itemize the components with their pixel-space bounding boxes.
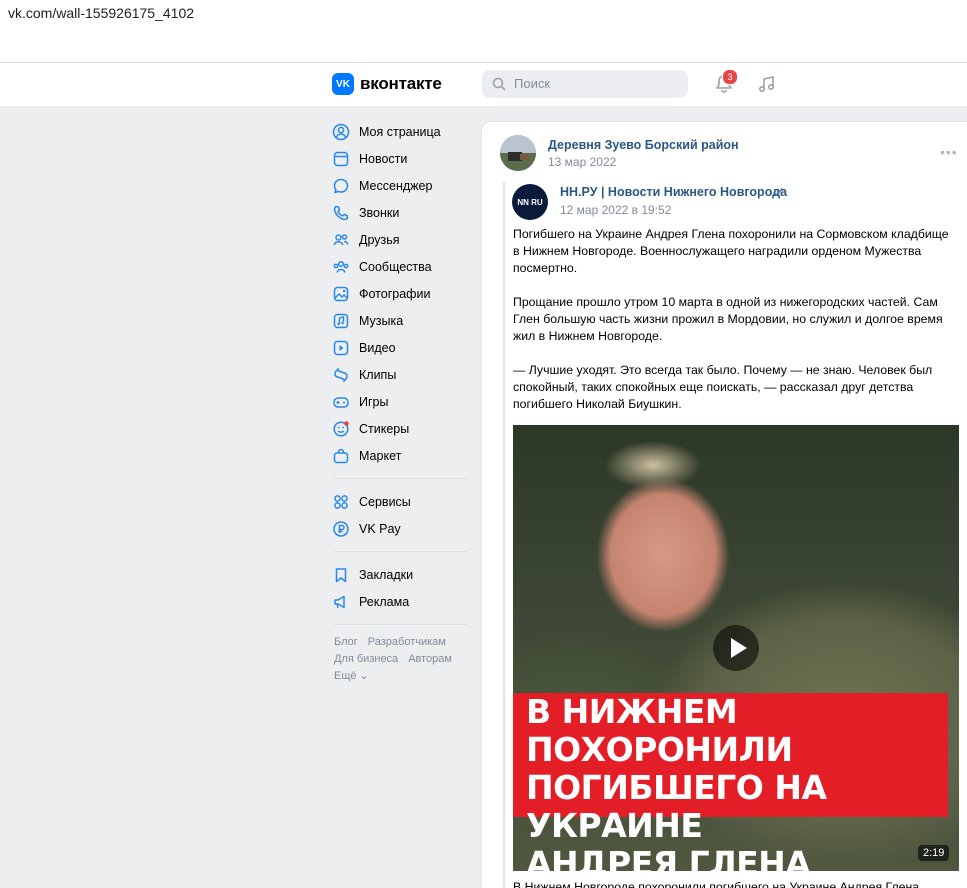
verified-check-icon: [773, 188, 783, 196]
search-placeholder: Поиск: [514, 76, 551, 91]
play-button-icon[interactable]: [713, 625, 759, 671]
footer-link-authors[interactable]: Авторам: [408, 653, 452, 665]
browser-strip: [0, 26, 967, 63]
sidebar-item-messenger[interactable]: Мессенджер: [332, 172, 472, 199]
logo-text: вконтакте: [360, 74, 442, 93]
sidebar-item-label: Новости: [359, 151, 408, 166]
friends-icon: [333, 233, 349, 245]
post-paragraph: — Лучшие уходят. Это всегда так было. По…: [513, 363, 933, 411]
sidebar-item-label: Маркет: [359, 448, 402, 463]
sidebar-item-label: VK Pay: [359, 521, 401, 536]
sidebar-item-vkpay[interactable]: VK Pay: [332, 515, 472, 542]
clips-icon: [334, 367, 348, 382]
url-text[interactable]: vk.com/wall-155926175_4102: [8, 5, 194, 21]
video-duration: 2:19: [918, 845, 950, 861]
gamepad-icon: [333, 396, 349, 408]
sidebar-item-label: Видео: [359, 340, 396, 355]
megaphone-icon: [334, 595, 345, 608]
repost-avatar[interactable]: NN RU: [512, 184, 548, 220]
top-header: VK вконтакте Поиск 3: [0, 63, 967, 107]
sidebar-item-stickers[interactable]: Стикеры: [332, 415, 472, 442]
footer-more-label: Ещё: [334, 670, 357, 682]
search-input[interactable]: Поиск: [482, 70, 688, 98]
sidebar-item-label: Стикеры: [359, 421, 410, 436]
music-note-icon[interactable]: [757, 74, 777, 94]
sidebar-item-games[interactable]: Игры: [332, 388, 472, 415]
post-text: Погибшего на Украине Андрея Глена похоро…: [513, 226, 953, 430]
music-icon: [333, 313, 349, 328]
post-paragraph: Прощание прошло утром 10 марта в одной и…: [513, 295, 943, 343]
sidebar-item-label: Закладки: [359, 567, 414, 582]
sticker-icon: [333, 420, 349, 437]
sidebar-item-ads[interactable]: Реклама: [332, 588, 472, 615]
notification-badge: 3: [722, 69, 738, 85]
sidebar-item-calls[interactable]: Звонки: [332, 199, 472, 226]
author-avatar[interactable]: [500, 135, 536, 171]
footer-more-link[interactable]: Ещё ⌄: [334, 670, 379, 682]
bookmark-icon: [335, 567, 347, 582]
sidebar-item-news[interactable]: Новости: [332, 145, 472, 172]
post-author-link[interactable]: Деревня Зуево Борский район: [548, 138, 739, 152]
vkpay-icon: [333, 520, 349, 537]
user-circle-icon: [332, 123, 350, 140]
sidebar-item-label: Фотографии: [359, 286, 431, 301]
left-sidebar: Моя страница Новости Мессенджер Звонки Д…: [332, 118, 472, 685]
sidebar-item-label: Моя страница: [359, 124, 441, 139]
post-card: Деревня Зуево Борский район 13 мар 2022 …: [481, 121, 967, 888]
sidebar-item-my-page[interactable]: Моя страница: [332, 118, 472, 145]
sidebar-divider: [334, 551, 468, 552]
sidebar-item-label: Мессенджер: [359, 178, 433, 193]
sidebar-divider: [334, 478, 468, 479]
sidebar-item-label: Клипы: [359, 367, 397, 382]
sidebar-item-label: Звонки: [359, 205, 400, 220]
vk-logo-icon: VK: [332, 73, 354, 95]
footer-link-business[interactable]: Для бизнеса: [334, 653, 398, 665]
video-overlay-title: В НИЖНЕМ ПОХОРОНИЛИ ПОГИБШЕГО НА УКРАИНЕ…: [526, 692, 827, 872]
sidebar-item-friends[interactable]: Друзья: [332, 226, 472, 253]
sidebar-item-market[interactable]: Маркет: [332, 442, 472, 469]
sidebar-item-photos[interactable]: Фотографии: [332, 280, 472, 307]
sidebar-item-video[interactable]: Видео: [332, 334, 472, 361]
more-options-icon[interactable]: •••: [940, 144, 958, 160]
video-icon: [333, 340, 349, 355]
phone-icon: [333, 205, 349, 220]
search-icon: [492, 77, 506, 91]
sidebar-item-label: Игры: [359, 394, 389, 409]
sidebar-item-label: Реклама: [359, 594, 410, 609]
services-grid-icon: [334, 494, 348, 509]
chevron-down-icon: ⌄: [359, 670, 369, 682]
photo-icon: [333, 286, 349, 301]
post-paragraph: Погибшего на Украине Андрея Глена похоро…: [513, 227, 949, 275]
footer-link-blog[interactable]: Блог: [334, 636, 358, 648]
sidebar-item-clips[interactable]: Клипы: [332, 361, 472, 388]
video-player[interactable]: В НИЖНЕМ ПОХОРОНИЛИ ПОГИБШЕГО НА УКРАИНЕ…: [513, 425, 959, 871]
newspaper-icon: [333, 151, 349, 166]
sidebar-item-label: Сервисы: [359, 494, 411, 509]
sidebar-item-music[interactable]: Музыка: [332, 307, 472, 334]
market-bag-icon: [333, 448, 349, 463]
sidebar-item-bookmarks[interactable]: Закладки: [332, 561, 472, 588]
community-icon: [333, 260, 349, 273]
sidebar-item-label: Музыка: [359, 313, 404, 328]
chat-bubble-icon: [333, 178, 349, 193]
repost-date[interactable]: 12 мар 2022 в 19:52: [560, 203, 671, 217]
sidebar-footer: Блог Разработчикам Для бизнеса Авторам Ещё…: [332, 634, 472, 685]
repost-author-link[interactable]: НН.РУ | Новости Нижнего Новгорода: [560, 185, 787, 199]
avatar-photo: [500, 135, 536, 171]
repost-indent-line: [503, 182, 505, 888]
sidebar-item-services[interactable]: Сервисы: [332, 488, 472, 515]
sidebar-item-label: Друзья: [359, 232, 400, 247]
browser-url-bar[interactable]: vk.com/wall-155926175_4102: [0, 0, 967, 26]
vk-logo[interactable]: VK вконтакте: [332, 73, 442, 95]
footer-link-developers[interactable]: Разработчикам: [368, 636, 446, 648]
sidebar-divider: [334, 624, 468, 625]
post-date[interactable]: 13 мар 2022: [548, 155, 616, 169]
sidebar-item-label: Сообщества: [359, 259, 432, 274]
sidebar-item-communities[interactable]: Сообщества: [332, 253, 472, 280]
